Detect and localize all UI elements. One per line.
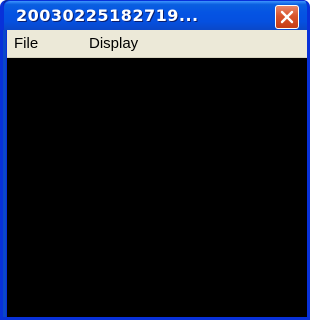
close-icon: [280, 10, 294, 24]
window-title: 20030225182719...: [16, 6, 199, 25]
menu-file[interactable]: File: [8, 34, 44, 54]
menu-bar: File Display: [7, 30, 307, 58]
window-body: File Display: [6, 30, 307, 317]
title-bar[interactable]: 20030225182719...: [3, 0, 307, 30]
close-button[interactable]: [275, 5, 299, 29]
display-canvas[interactable]: [7, 58, 307, 317]
menu-display[interactable]: Display: [83, 34, 144, 54]
app-window: 20030225182719... File Display: [0, 0, 310, 320]
